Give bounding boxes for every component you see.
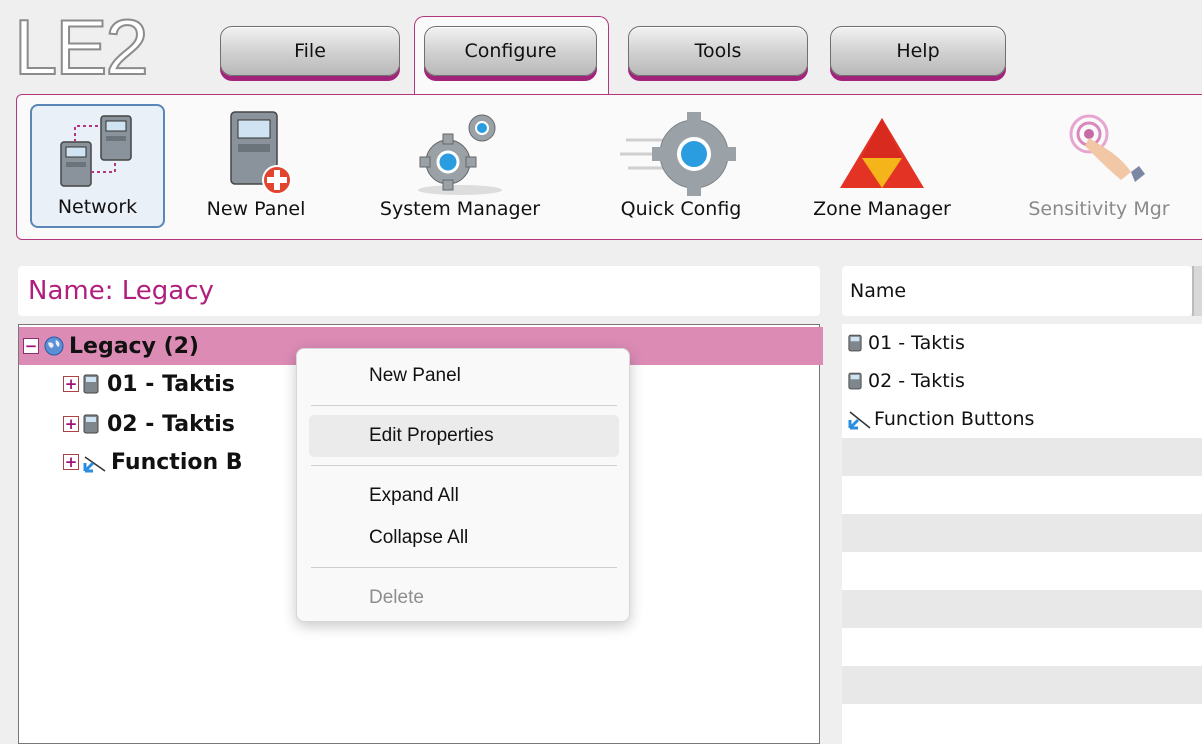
network-label: Network [57,196,138,218]
context-edit-properties[interactable]: Edit Properties [309,415,619,457]
context-menu: New Panel Edit Properties Expand All Col… [296,348,630,622]
zone-manager-label: Zone Manager [813,198,951,220]
panel-icon [848,372,862,390]
context-separator [311,405,617,406]
context-new-panel[interactable]: New Panel [309,355,619,397]
tree-item-panel-02[interactable]: + 02 - Taktis [19,405,235,443]
list-item[interactable]: 02 - Taktis [848,362,965,400]
system-manager-label: System Manager [379,198,541,220]
menu-configure-button[interactable]: Configure [424,26,597,76]
app-logo: LE2 [13,3,150,91]
expand-toggle-icon[interactable]: + [63,376,79,392]
expand-toggle-icon[interactable]: + [63,454,79,470]
network-tool-button[interactable]: Network [30,104,165,228]
new-panel-label: New Panel [206,198,306,220]
menu-tools-button[interactable]: Tools [628,26,808,76]
panel-icon [83,414,99,434]
function-button-arrow-icon [83,456,106,473]
context-separator [311,567,617,568]
details-list[interactable]: 01 - Taktis 02 - Taktis Function Buttons [842,324,1202,744]
expand-toggle-icon[interactable]: + [63,416,79,432]
globe-icon [44,336,64,356]
zone-manager-tool-button[interactable]: Zone Manager [792,104,972,228]
sensitivity-mgr-tool-button[interactable]: Sensitivity Mgr [1002,104,1196,228]
list-item-label: 01 - Taktis [868,332,965,354]
panel-icon [848,334,862,352]
tree-item-panel-01[interactable]: + 01 - Taktis [19,365,235,403]
list-column-header-name[interactable]: Name [842,266,1192,316]
tree-item-function-buttons[interactable]: + Function B [19,443,243,481]
tree-item-label: 02 - Taktis [107,411,235,437]
list-item[interactable]: 01 - Taktis [848,324,965,362]
new-panel-icon [230,111,292,195]
menu-help-button[interactable]: Help [830,26,1006,76]
function-button-arrow-icon [848,411,871,430]
context-collapse-all[interactable]: Collapse All [309,517,619,559]
system-manager-gears-icon [418,114,502,195]
quick-config-tool-button[interactable]: Quick Config [600,104,762,228]
panel-icon [83,374,99,394]
collapse-toggle-icon[interactable]: − [23,338,39,354]
selected-name-bar: Name: Legacy [18,266,820,316]
system-manager-tool-button[interactable]: System Manager [356,104,564,228]
sensitivity-mgr-label: Sensitivity Mgr [1028,198,1170,220]
menu-file-button[interactable]: File [220,26,400,76]
new-panel-tool-button[interactable]: New Panel [188,104,324,228]
quick-config-gear-icon [620,112,736,196]
network-icon [59,115,132,187]
context-expand-all[interactable]: Expand All [309,475,619,517]
context-separator [311,465,617,466]
context-delete: Delete [369,587,424,608]
tree-item-label: Function B [111,449,243,475]
selected-name-text: Name: Legacy [28,276,214,306]
quick-config-label: Quick Config [620,198,742,220]
tree-root-label: Legacy (2) [69,333,199,359]
tree-item-label: 01 - Taktis [107,371,235,397]
list-item[interactable]: Function Buttons [848,400,1034,438]
list-item-label: 02 - Taktis [868,370,965,392]
column-header-label: Name [850,280,907,302]
sensitivity-touch-icon [1069,114,1145,182]
list-column-header-extra[interactable] [1192,266,1202,316]
zone-manager-triangle-icon [840,118,924,188]
list-item-label: Function Buttons [874,408,1035,430]
